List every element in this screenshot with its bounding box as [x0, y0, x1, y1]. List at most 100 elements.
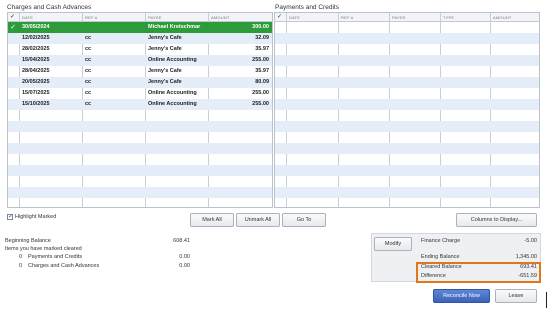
empty-table-row: [8, 176, 272, 187]
table-row[interactable]: 28/02/2025 cc Jenny's Cafe 35.97: [8, 44, 272, 55]
ending-balance-label: Ending Balance: [421, 254, 460, 260]
date-column-header[interactable]: DATE: [286, 13, 300, 22]
empty-table-row: [275, 187, 539, 198]
table-row[interactable]: 28/04/2025 cc Jenny's Cafe 35.97: [8, 66, 272, 77]
row-check-cell[interactable]: [9, 55, 17, 66]
charges-table[interactable]: ✓ DATE REF # PAYEE AMOUNT ✓ 30/05/2024 Mic…: [7, 12, 273, 208]
amount-column-header[interactable]: AMOUNT: [208, 13, 230, 22]
payee-cell: Jenny's Cafe: [148, 35, 182, 41]
empty-table-row: [275, 55, 539, 66]
ref-cell: cc: [85, 35, 92, 41]
row-check-cell[interactable]: [9, 99, 17, 110]
empty-table-row: [275, 88, 539, 99]
empty-table-row: [275, 143, 539, 154]
empty-table-row: [275, 176, 539, 187]
table-row[interactable]: 15/04/2025 cc Online Accounting 255.00: [8, 55, 272, 66]
payee-cell: Online Accounting: [148, 90, 197, 96]
beginning-balance-label: Beginning Balance: [5, 238, 51, 244]
table-row[interactable]: 15/10/2025 cc Online Accounting 255.00: [8, 99, 272, 110]
charges-table-header: ✓ DATE REF # PAYEE AMOUNT: [8, 13, 272, 22]
empty-table-row: [8, 154, 272, 165]
empty-table-row: [275, 154, 539, 165]
date-cell: 20/05/2025: [22, 79, 50, 85]
row-check-cell[interactable]: [9, 66, 17, 77]
ref-column-header[interactable]: REF #: [338, 13, 353, 22]
date-cell: 15/10/2025: [22, 101, 50, 107]
go-to-button[interactable]: Go To: [282, 213, 326, 227]
payments-table[interactable]: ✓ DATE REF # PAYEE TYPE AMOUNT: [274, 12, 540, 208]
date-cell: 12/02/2025: [22, 35, 50, 41]
amount-column-header[interactable]: AMOUNT: [490, 13, 512, 22]
modify-button[interactable]: Modify: [374, 237, 412, 251]
empty-table-row: [275, 198, 539, 207]
payments-credits-label: Payments and Credits: [28, 254, 83, 260]
difference-highlight-box: [416, 262, 541, 283]
ref-cell: cc: [85, 79, 92, 85]
row-check-cell[interactable]: [9, 88, 17, 99]
amount-cell: 255.00: [252, 90, 269, 96]
unmark-all-button[interactable]: Unmark All: [236, 213, 280, 227]
payee-cell: Online Accounting: [148, 101, 197, 107]
row-check-cell[interactable]: [9, 44, 17, 55]
finance-charge-label: Finance Charge: [421, 238, 461, 244]
leave-button[interactable]: Leave: [495, 289, 537, 303]
type-column-header[interactable]: TYPE: [440, 13, 454, 22]
table-row[interactable]: 12/02/2025 cc Jenny's Cafe 32.09: [8, 33, 272, 44]
ending-balance-value: 1,345.00: [515, 254, 537, 260]
empty-table-row: [275, 33, 539, 44]
charges-panel-title: Charges and Cash Advances: [7, 4, 92, 11]
columns-to-display-button[interactable]: Columns to Display...: [456, 213, 537, 227]
payments-table-header: ✓ DATE REF # PAYEE TYPE AMOUNT: [275, 13, 539, 22]
beginning-balance-value: 608.41: [173, 238, 190, 244]
empty-table-row: [275, 44, 539, 55]
mark-all-button[interactable]: Mark All: [190, 213, 234, 227]
ref-cell: cc: [85, 90, 92, 96]
date-column-header[interactable]: DATE: [19, 13, 33, 22]
ref-cell: cc: [85, 46, 92, 52]
empty-table-row: [8, 110, 272, 121]
empty-table-row: [8, 121, 272, 132]
reconcile-now-button[interactable]: Reconcile Now: [433, 289, 490, 303]
ref-column-header[interactable]: REF #: [82, 13, 97, 22]
items-marked-label: Items you have marked cleared: [5, 246, 82, 252]
charges-advances-label: Charges and Cash Advances: [28, 263, 100, 269]
payee-column-header[interactable]: PAYEE: [145, 13, 162, 22]
payee-column-header[interactable]: PAYEE: [389, 13, 406, 22]
amount-cell: 255.00: [252, 57, 269, 63]
empty-table-row: [275, 165, 539, 176]
payee-cell: Jenny's Cafe: [148, 79, 182, 85]
date-cell: 15/07/2025: [22, 90, 50, 96]
finance-charge-value: -5.00: [524, 238, 537, 244]
table-row[interactable]: 20/05/2025 cc Jenny's Cafe 80.09: [8, 77, 272, 88]
check-column-header[interactable]: ✓: [275, 13, 286, 22]
empty-table-row: [275, 77, 539, 88]
payments-count: 0: [19, 254, 23, 260]
amount-cell: 35.97: [255, 68, 269, 74]
highlight-marked-checkbox[interactable]: ✓: [7, 214, 13, 220]
empty-table-row: [275, 99, 539, 110]
amount-cell: 255.00: [252, 101, 269, 107]
amount-cell: 32.09: [255, 35, 269, 41]
ref-cell: cc: [85, 57, 92, 63]
checkmark-icon: ✓: [8, 214, 14, 220]
check-column-header[interactable]: ✓: [8, 13, 19, 22]
empty-table-row: [275, 121, 539, 132]
payee-cell: Online Accounting: [148, 57, 197, 63]
payee-cell: Michael Kretschmar: [148, 24, 201, 30]
charges-count: 0: [19, 263, 23, 269]
table-row[interactable]: 15/07/2025 cc Online Accounting 255.00: [8, 88, 272, 99]
empty-table-row: [8, 198, 272, 207]
date-cell: 30/05/2024: [22, 24, 50, 30]
charges-advances-value: 0.00: [179, 263, 190, 269]
payments-rows: [275, 22, 539, 207]
ref-cell: [82, 22, 145, 33]
row-check-cell[interactable]: [9, 33, 17, 44]
highlight-marked-label[interactable]: Highlight Marked: [15, 213, 56, 221]
payee-cell: Jenny's Cafe: [148, 46, 182, 52]
empty-table-row: [8, 165, 272, 176]
row-check-cell[interactable]: [9, 77, 17, 88]
empty-table-row: [8, 143, 272, 154]
row-check-cell[interactable]: ✓: [9, 22, 17, 33]
table-row[interactable]: ✓ 30/05/2024 Michael Kretschmar 300.00: [8, 22, 272, 33]
ref-cell: cc: [85, 68, 92, 74]
